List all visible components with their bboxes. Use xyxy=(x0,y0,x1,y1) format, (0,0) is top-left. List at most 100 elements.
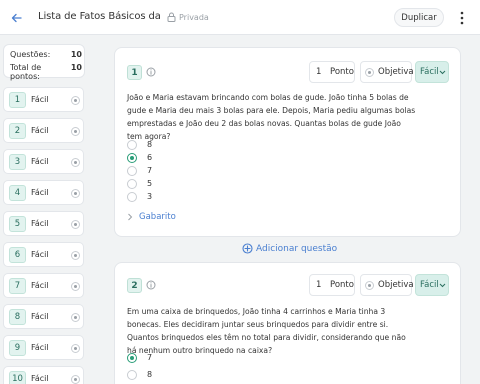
radio-icon xyxy=(71,282,80,291)
sidebar-question-item[interactable]: 5 Fácil xyxy=(3,211,84,236)
add-question-button[interactable]: Adicionar questão xyxy=(242,243,337,254)
total-points-label: Total de pontos: xyxy=(10,63,42,81)
sidebar-question-item[interactable]: 2 Fácil xyxy=(3,118,84,143)
points-label: Ponto xyxy=(330,67,354,77)
answer-radio[interactable] xyxy=(127,140,137,150)
question-text: Em uma caixa de brinquedos, João tinha 4… xyxy=(127,307,406,355)
top-bar: Lista de Fatos Básicos da A... Privada D… xyxy=(0,0,480,35)
points-field[interactable]: 1 Ponto xyxy=(309,61,355,83)
sidebar-question-difficulty: Fácil xyxy=(31,157,49,166)
chevron-right-icon xyxy=(128,213,133,221)
radio-icon xyxy=(71,220,80,229)
answer-option[interactable]: 7 xyxy=(127,352,152,364)
radio-icon xyxy=(71,344,80,353)
add-circle-icon xyxy=(242,243,253,254)
total-points-row: Total de pontos: 10 xyxy=(10,63,82,81)
answer-option[interactable]: 8 xyxy=(127,139,152,151)
answer-radio[interactable] xyxy=(127,166,137,176)
questions-count-row: Questões: 10 xyxy=(10,50,82,59)
sidebar-question-number: 2 xyxy=(9,123,26,139)
sidebar-question-number: 8 xyxy=(9,309,26,325)
total-points-value: 10 xyxy=(70,63,82,72)
answer-option-label: 8 xyxy=(147,370,153,379)
info-icon[interactable] xyxy=(146,67,156,77)
sidebar-question-number: 3 xyxy=(9,154,26,170)
sidebar-question-number: 6 xyxy=(9,247,26,263)
question-number: 2 xyxy=(127,278,142,293)
sidebar-question-difficulty: Fácil xyxy=(31,250,49,259)
summary-panel: Questões: 10 Total de pontos: 10 xyxy=(3,44,85,81)
radio-icon xyxy=(365,281,374,290)
question-type-selector[interactable]: Objetiva xyxy=(360,61,414,83)
answer-key-label: Gabarito xyxy=(139,212,176,222)
sidebar-question-item[interactable]: 7 Fácil xyxy=(3,273,84,298)
answer-option-label: 7 xyxy=(147,166,153,175)
sidebar-question-difficulty: Fácil xyxy=(31,219,49,228)
sidebar-question-difficulty: Fácil xyxy=(31,312,49,321)
answer-option-label: 8 xyxy=(147,140,153,149)
points-value: 1 xyxy=(316,280,322,290)
duplicate-button[interactable]: Duplicar xyxy=(394,8,444,27)
points-label: Ponto xyxy=(330,280,354,290)
sidebar-question-item[interactable]: 8 Fácil xyxy=(3,304,84,329)
sidebar-question-difficulty: Fácil xyxy=(31,95,49,104)
sidebar-question-number: 9 xyxy=(9,340,26,356)
sidebar-question-difficulty: Fácil xyxy=(31,281,49,290)
answer-radio[interactable] xyxy=(127,192,137,202)
answer-option-label: 5 xyxy=(147,179,153,188)
points-value: 1 xyxy=(316,67,322,77)
sidebar-question-item[interactable]: 6 Fácil xyxy=(3,242,84,267)
more-vertical-icon[interactable] xyxy=(455,9,469,27)
difficulty-label: Fácil xyxy=(420,67,439,77)
radio-icon xyxy=(71,251,80,260)
answer-option[interactable]: 3 xyxy=(127,191,152,203)
privacy-status: Privada xyxy=(167,12,209,22)
sidebar-question-difficulty: Fácil xyxy=(31,188,49,197)
points-field[interactable]: 1 Ponto xyxy=(309,274,355,296)
answer-radio-selected[interactable] xyxy=(127,153,137,163)
question-number: 1 xyxy=(127,65,142,80)
chevron-down-icon xyxy=(439,70,446,75)
page-title: Lista de Fatos Básicos da A... xyxy=(38,11,162,22)
difficulty-label: Fácil xyxy=(420,280,439,290)
answer-key-toggle[interactable]: Gabarito xyxy=(127,212,176,222)
radio-icon xyxy=(71,96,80,105)
radio-icon xyxy=(71,313,80,322)
answer-option[interactable]: 6 xyxy=(127,152,152,164)
sidebar-question-number: 5 xyxy=(9,216,26,232)
answer-radio[interactable] xyxy=(127,370,137,380)
question-card: 2 1 Ponto Objetiva Fácil Em uma caixa de… xyxy=(114,262,461,384)
difficulty-dropdown[interactable]: Fácil xyxy=(415,274,449,296)
difficulty-dropdown[interactable]: Fácil xyxy=(415,61,449,83)
radio-icon xyxy=(71,189,80,198)
sidebar-question-item[interactable]: 10 Fácil xyxy=(3,366,84,384)
answer-option[interactable]: 8 xyxy=(127,369,152,381)
answer-option[interactable]: 7 xyxy=(127,165,152,177)
chevron-down-icon xyxy=(439,283,446,288)
question-type-label: Objetiva xyxy=(378,280,414,290)
answer-radio[interactable] xyxy=(127,179,137,189)
privacy-label: Privada xyxy=(179,12,209,22)
add-question-label: Adicionar questão xyxy=(256,243,338,254)
info-icon[interactable] xyxy=(146,280,156,290)
questions-count-value: 10 xyxy=(70,50,82,59)
sidebar-question-difficulty: Fácil xyxy=(31,126,49,135)
sidebar-question-difficulty: Fácil xyxy=(31,343,49,352)
radio-icon xyxy=(71,375,80,384)
question-type-selector[interactable]: Objetiva xyxy=(360,274,414,296)
answer-option-label: 7 xyxy=(147,353,153,362)
sidebar-question-difficulty: Fácil xyxy=(31,374,49,383)
back-arrow-icon[interactable] xyxy=(8,9,26,27)
answer-radio-selected[interactable] xyxy=(127,353,137,363)
question-type-label: Objetiva xyxy=(378,67,414,77)
question-card: 1 1 Ponto Objetiva Fácil João e Maria es… xyxy=(114,47,461,237)
sidebar-question-item[interactable]: 9 Fácil xyxy=(3,335,84,360)
sidebar-question-number: 1 xyxy=(9,92,26,108)
question-text: João e Maria estavam brincando com bolas… xyxy=(127,93,416,141)
sidebar-question-item[interactable]: 1 Fácil xyxy=(3,87,84,112)
radio-icon xyxy=(71,127,80,136)
answer-option[interactable]: 5 xyxy=(127,178,152,190)
questions-count-label: Questões: xyxy=(10,50,51,59)
sidebar-question-item[interactable]: 4 Fácil xyxy=(3,180,84,205)
sidebar-question-item[interactable]: 3 Fácil xyxy=(3,149,84,174)
